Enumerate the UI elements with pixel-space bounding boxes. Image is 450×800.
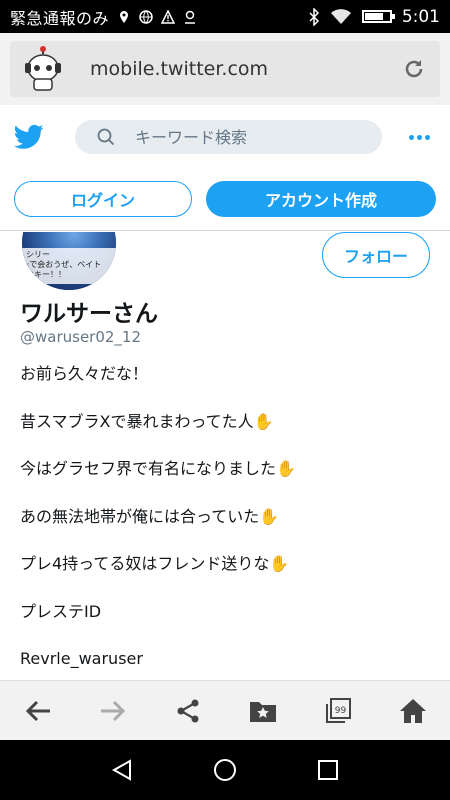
- carrier-text: 緊急通報のみ: [10, 8, 110, 28]
- raised-hand-icon: ✋: [253, 411, 274, 431]
- display-name: ワルサーさん: [20, 301, 158, 327]
- location-icon: [120, 10, 129, 23]
- bio-line: お前ら久々だな！: [20, 364, 149, 383]
- android-back-icon[interactable]: [110, 758, 134, 782]
- wifi-icon: [330, 8, 351, 24]
- map-pin-icon: [185, 10, 196, 24]
- reload-icon[interactable]: [402, 57, 426, 81]
- profile-content: シリー ‹で会おうぜ、ベイト のキー！！ フォロー ワルサーさん @waruse…: [0, 232, 450, 680]
- avatar-caption: シリー ‹で会おうぜ、ベイト のキー！！: [22, 248, 116, 284]
- home-icon[interactable]: [393, 691, 433, 731]
- battery-icon: [361, 10, 395, 23]
- battery-fill: [364, 13, 383, 20]
- android-nav-bar: [0, 740, 450, 800]
- forward-icon[interactable]: [93, 691, 133, 731]
- more-dot: [425, 134, 430, 140]
- warning-icon: [161, 9, 176, 24]
- status-bar: 緊急通報のみ 5:01: [0, 0, 450, 33]
- status-icons-left: [117, 9, 197, 24]
- bio-line: あの無法地帯が俺には合っていた✋: [20, 506, 280, 526]
- login-button[interactable]: ログイン: [14, 181, 192, 217]
- signup-button[interactable]: アカウント作成: [206, 181, 436, 217]
- raised-hand-icon: ✋: [269, 554, 290, 573]
- bio-line: Revrle_waruser: [20, 649, 143, 668]
- browser-toolbar: mobile.twitter.com: [0, 33, 450, 105]
- android-home-icon[interactable]: [213, 758, 237, 782]
- browser-bottom-nav: 99: [0, 680, 450, 740]
- bio-line: プレ4持ってる奴はフレンド送りな✋: [20, 554, 290, 573]
- profile-bio: お前ら久々だな！ 昔スマブラXで暴れまわってた人✋ 今はグラセフ界で有名になりま…: [20, 362, 430, 680]
- android-recents-icon[interactable]: [316, 758, 340, 782]
- follow-button[interactable]: フォロー: [322, 232, 430, 278]
- bio-line: 今はグラセフ界で有名になりました✋: [20, 459, 296, 478]
- avatar-caption-line: ‹で会おうぜ、ベイト: [26, 260, 102, 269]
- tabs-icon[interactable]: 99: [318, 691, 358, 731]
- tabs-count: 99: [334, 706, 346, 716]
- auth-bar: ログイン アカウント作成: [0, 169, 450, 231]
- browser-mascot-icon[interactable]: [20, 46, 66, 92]
- bio-line: 昔スマブラXで暴れまわってた人✋: [20, 411, 274, 431]
- phone-screen: 緊急通報のみ 5:01 mobile.twitter.com キーワード検索 ロ…: [0, 0, 450, 800]
- globe-icon: [139, 9, 153, 24]
- twitter-bird-icon[interactable]: [14, 124, 44, 150]
- avatar-caption-line: のキー！！: [26, 270, 66, 279]
- share-icon[interactable]: [168, 691, 208, 731]
- url-text[interactable]: mobile.twitter.com: [90, 58, 268, 80]
- user-handle: @waruser02_12: [20, 328, 142, 346]
- status-icons-right: 5:01: [308, 7, 440, 27]
- clock: 5:01: [401, 6, 440, 27]
- raised-hand-icon: ✋: [259, 506, 280, 526]
- twitter-header: [0, 105, 450, 169]
- bio-line: プレステID: [20, 601, 102, 621]
- profile-avatar[interactable]: シリー ‹で会おうぜ、ベイト のキー！！: [20, 232, 118, 292]
- back-icon[interactable]: [18, 691, 58, 731]
- avatar-caption-line: シリー: [26, 250, 50, 259]
- raised-hand-icon: ✋: [276, 459, 296, 478]
- bookmark-folder-icon[interactable]: [243, 691, 283, 731]
- more-dot: [417, 134, 422, 140]
- bluetooth-icon: [309, 7, 319, 26]
- search-input[interactable]: [135, 127, 355, 147]
- more-dot: [409, 134, 414, 140]
- search-icon: [97, 128, 115, 146]
- search-box[interactable]: [75, 120, 382, 154]
- more-dots-icon[interactable]: [409, 134, 430, 140]
- address-bar[interactable]: mobile.twitter.com: [10, 41, 440, 97]
